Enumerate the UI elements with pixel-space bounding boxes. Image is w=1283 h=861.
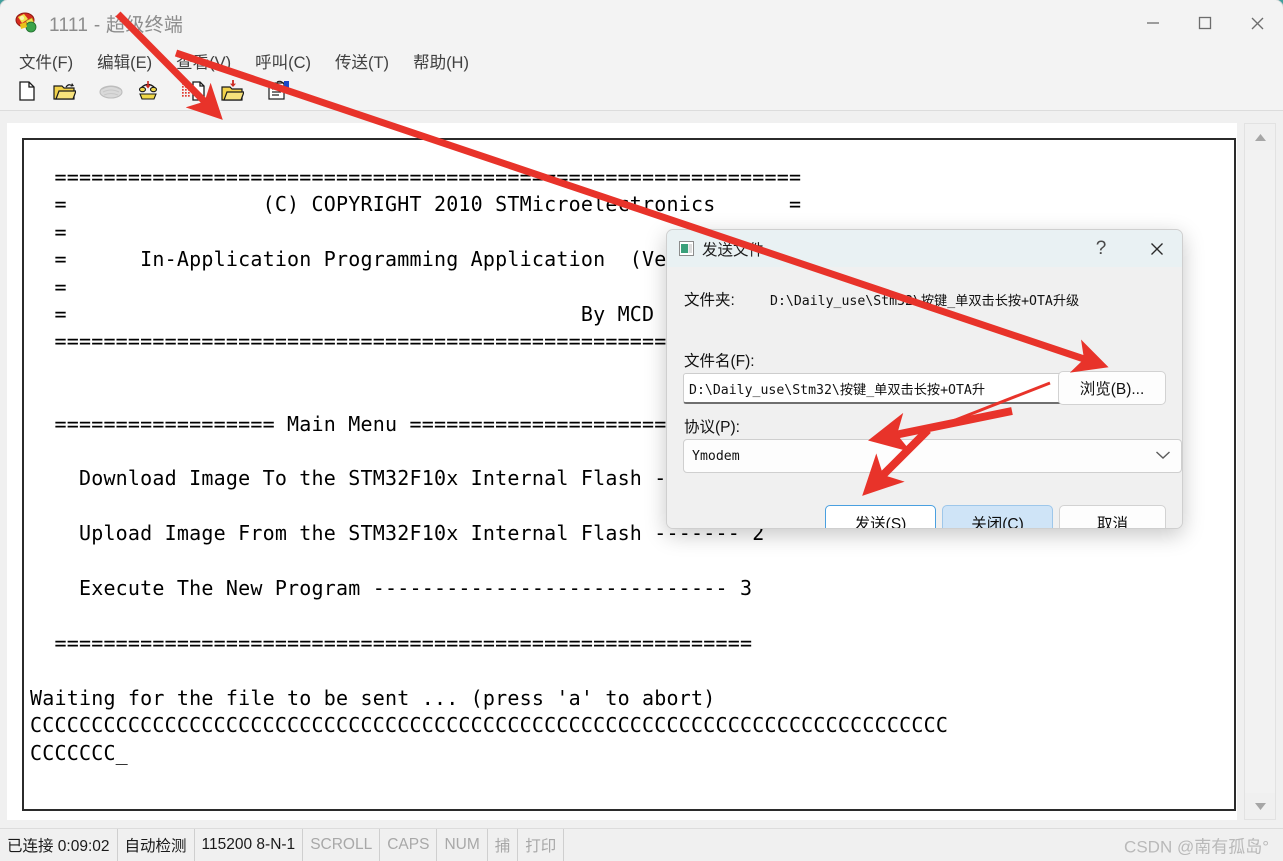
toolbar-connect-button[interactable]: [129, 78, 166, 108]
protocol-value: Ymodem: [692, 448, 740, 464]
menu-edit[interactable]: 编辑(E): [86, 46, 163, 76]
toolbar-open-button[interactable]: [45, 78, 82, 108]
disconnect-phone-icon: [98, 81, 124, 106]
status-baud: 115200 8-N-1: [195, 829, 304, 861]
vertical-scrollbar[interactable]: [1244, 123, 1276, 820]
toolbar-properties-button[interactable]: [260, 78, 297, 108]
screen: 1111 - 超级终端 文件(F) 编辑(E) 查看(V) 呼叫(C) 传送(T…: [0, 0, 1283, 861]
dialog-title-bar: 发送文件 ?: [667, 230, 1182, 267]
csdn-watermark: CSDN @南有孤岛°: [1124, 837, 1269, 857]
status-bar: 已连接 0:09:02 自动检测 115200 8-N-1 SCROLL CAP…: [0, 828, 1283, 861]
status-caps: CAPS: [380, 829, 438, 861]
menu-view[interactable]: 查看(V): [165, 46, 242, 76]
connect-phone-icon: [136, 80, 160, 107]
scrollbar-track[interactable]: [1245, 150, 1275, 793]
dialog-send-button[interactable]: 发送(S): [825, 505, 936, 528]
menu-transfer[interactable]: 传送(T): [324, 46, 400, 76]
filename-label: 文件名(F):: [684, 353, 755, 370]
toolbar-new-connection-button[interactable]: [8, 78, 45, 108]
folder-value: D:\Daily_use\Stm32\按键_单双击长按+OTA升级: [770, 294, 1080, 309]
dialog-help-button[interactable]: ?: [1082, 230, 1120, 267]
menu-help[interactable]: 帮助(H): [402, 46, 480, 76]
chevron-down-icon: [1155, 447, 1171, 465]
protocol-select[interactable]: Ymodem: [683, 439, 1182, 473]
send-file-icon: [181, 80, 208, 107]
scroll-down-arrow-icon[interactable]: [1245, 793, 1275, 819]
properties-icon: [267, 80, 291, 107]
status-scroll: SCROLL: [303, 829, 381, 861]
browse-button[interactable]: 浏览(B)...: [1058, 371, 1166, 405]
send-file-dialog: 发送文件 ? 文件夹: D:\Daily_use\Stm32\按键_单双击长按+…: [666, 229, 1183, 529]
status-capture: 捕: [488, 829, 519, 861]
minimize-button[interactable]: [1127, 0, 1179, 46]
menu-bar: 文件(F) 编辑(E) 查看(V) 呼叫(C) 传送(T) 帮助(H): [0, 46, 1283, 76]
receive-file-icon: [220, 79, 245, 107]
folder-row: 文件夹: D:\Daily_use\Stm32\按键_单双击长按+OTA升级: [684, 288, 1079, 310]
open-folder-icon: [52, 80, 77, 107]
toolbar-disconnect-button[interactable]: [92, 78, 129, 108]
scroll-up-arrow-icon[interactable]: [1245, 124, 1275, 150]
folder-label: 文件夹:: [684, 292, 735, 309]
tool-bar: [0, 76, 1283, 111]
title-bar: 1111 - 超级终端: [0, 0, 1283, 46]
status-num: NUM: [437, 829, 488, 861]
menu-file[interactable]: 文件(F): [8, 46, 84, 76]
status-autodetect: 自动检测: [118, 829, 195, 861]
window-controls: [1127, 0, 1283, 46]
filename-input[interactable]: D:\Daily_use\Stm32\按键_单双击长按+OTA升: [683, 373, 1065, 404]
close-button[interactable]: [1231, 0, 1283, 46]
status-connected: 已连接 0:09:02: [0, 829, 118, 861]
new-connection-icon: [16, 80, 38, 107]
menu-call[interactable]: 呼叫(C): [244, 46, 322, 76]
dialog-close-action-button[interactable]: 关闭(C): [942, 505, 1053, 528]
dialog-body: 文件夹: D:\Daily_use\Stm32\按键_单双击长按+OTA升级 文…: [667, 267, 1182, 528]
send-file-dialog-icon: [679, 241, 694, 256]
dialog-title: 发送文件: [702, 241, 765, 259]
dialog-cancel-button[interactable]: 取消: [1059, 505, 1166, 528]
status-print: 打印: [518, 829, 565, 861]
toolbar-send-file-button[interactable]: [176, 78, 213, 108]
filename-value: D:\Daily_use\Stm32\按键_单双击长按+OTA升: [689, 382, 986, 398]
dialog-close-button[interactable]: [1132, 230, 1182, 267]
protocol-label: 协议(P):: [684, 419, 740, 436]
window-title: 1111 - 超级终端: [49, 14, 184, 36]
hyperterminal-icon: [14, 11, 40, 35]
maximize-button[interactable]: [1179, 0, 1231, 46]
dialog-button-row: 发送(S) 关闭(C) 取消: [667, 505, 1182, 528]
toolbar-receive-file-button[interactable]: [213, 78, 250, 108]
